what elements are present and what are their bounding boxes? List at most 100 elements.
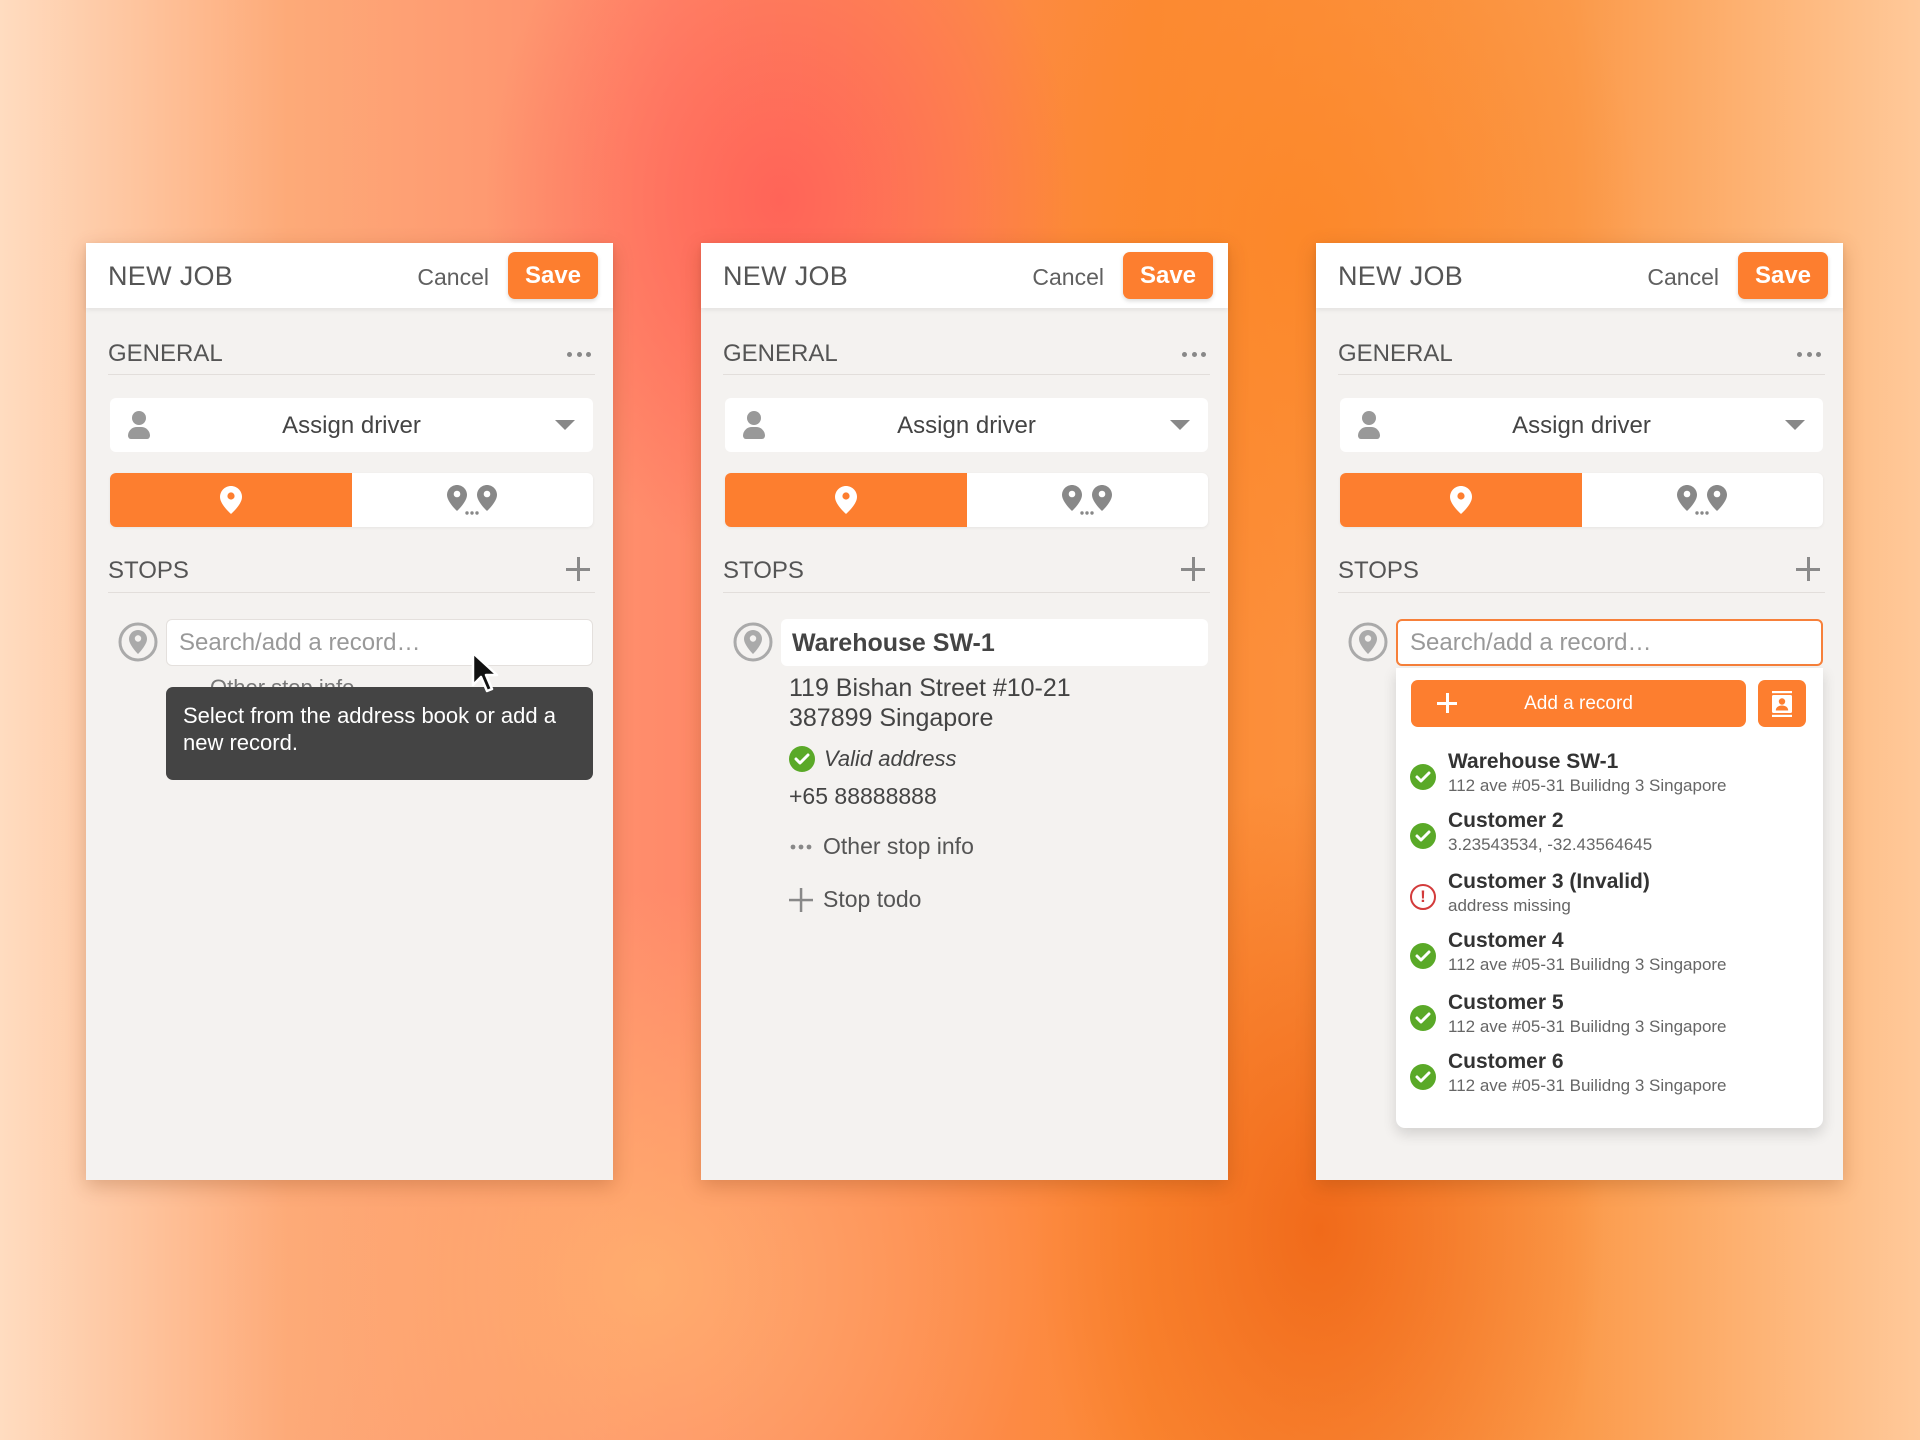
location-pin-icon: [733, 622, 773, 662]
cancel-button[interactable]: Cancel: [1032, 264, 1104, 291]
record-item[interactable]: Customer 5 112 ave #05-31 Builidng 3 Sing…: [1410, 991, 1810, 1043]
address-status-label: Valid address: [824, 746, 957, 771]
record-name: Customer 2: [1448, 809, 1564, 832]
record-item[interactable]: Customer 2 3.23543534, -32.43564645: [1410, 809, 1810, 861]
mouse-cursor-icon: [471, 651, 499, 693]
record-item[interactable]: Customer 4 112 ave #05-31 Builidng 3 Sing…: [1410, 929, 1810, 981]
stop-mode-toggle: [725, 473, 1208, 527]
stop-todo-label: Stop todo: [823, 886, 922, 912]
add-record-label: Add a record: [1524, 692, 1633, 714]
add-record-button[interactable]: Add a record: [1411, 680, 1746, 727]
assign-driver-label: Assign driver: [897, 412, 1036, 439]
location-pin-icon: [118, 622, 158, 662]
assign-driver-label: Assign driver: [282, 412, 421, 439]
multi-stop-tab[interactable]: [967, 473, 1209, 527]
stop-name-field[interactable]: Warehouse SW-1: [781, 619, 1208, 666]
address-book-button[interactable]: [1758, 680, 1806, 727]
check-circle-icon: [1410, 943, 1436, 969]
save-button[interactable]: Save: [1123, 252, 1213, 299]
multi-stop-icon: [1677, 485, 1728, 515]
new-job-panel-3: NEW JOB Cancel Save GENERAL Assign drive…: [1316, 243, 1843, 1180]
more-horizontal-icon[interactable]: [567, 352, 591, 358]
cancel-button[interactable]: Cancel: [1647, 264, 1719, 291]
record-name: Customer 5: [1448, 991, 1564, 1014]
general-section-title: GENERAL: [723, 340, 838, 367]
add-stop-icon[interactable]: [566, 557, 590, 581]
search-record-input[interactable]: [1396, 619, 1823, 666]
record-detail: 3.23543534, -32.43564645: [1448, 835, 1653, 854]
check-circle-icon: [1410, 1005, 1436, 1031]
check-circle-icon: [1410, 764, 1436, 790]
record-name: Warehouse SW-1: [1448, 750, 1619, 773]
tooltip: Select from the address book or add a ne…: [166, 687, 593, 780]
record-detail: address missing: [1448, 896, 1571, 915]
more-horizontal-icon[interactable]: [1797, 352, 1821, 358]
multi-stop-icon: [1062, 485, 1113, 515]
stop-mode-toggle: [110, 473, 593, 527]
single-stop-tab[interactable]: [725, 473, 967, 527]
new-job-panel-1: NEW JOB Cancel Save GENERAL Assign drive…: [86, 243, 613, 1180]
more-horizontal-icon[interactable]: [1182, 352, 1206, 358]
general-section-title: GENERAL: [1338, 340, 1453, 367]
save-button[interactable]: Save: [508, 252, 598, 299]
stops-section-title: STOPS: [108, 557, 189, 584]
search-record-input[interactable]: [166, 619, 593, 666]
record-item[interactable]: Customer 6 112 ave #05-31 Builidng 3 Sing…: [1410, 1050, 1810, 1102]
address-book-icon: [1772, 690, 1792, 717]
chevron-down-icon: [1170, 420, 1190, 430]
check-circle-icon: [789, 746, 815, 772]
assign-driver-select[interactable]: Assign driver: [110, 398, 593, 452]
other-stop-info-label: Other stop info: [823, 833, 974, 859]
divider: [723, 592, 1210, 593]
page-title: NEW JOB: [108, 261, 234, 291]
divider: [1338, 592, 1825, 593]
other-stop-info-button[interactable]: Other stop info: [789, 833, 974, 860]
multi-stop-tab[interactable]: [352, 473, 594, 527]
more-horizontal-icon: [789, 844, 813, 850]
single-stop-tab[interactable]: [1340, 473, 1582, 527]
assign-driver-select[interactable]: Assign driver: [1340, 398, 1823, 452]
location-pin-icon: [1348, 622, 1388, 662]
chevron-down-icon: [1785, 420, 1805, 430]
cancel-button[interactable]: Cancel: [417, 264, 489, 291]
save-button[interactable]: Save: [1738, 252, 1828, 299]
multi-stop-icon: [447, 485, 498, 515]
address-status: Valid address: [789, 746, 956, 772]
check-circle-icon: [1410, 823, 1436, 849]
add-stop-todo-button[interactable]: Stop todo: [789, 886, 921, 913]
add-stop-icon[interactable]: [1796, 557, 1820, 581]
multi-stop-tab[interactable]: [1582, 473, 1824, 527]
record-name: Customer 4: [1448, 929, 1564, 952]
panel-header: NEW JOB Cancel Save: [86, 243, 613, 308]
stops-section-title: STOPS: [723, 557, 804, 584]
single-stop-icon: [219, 486, 242, 514]
stop-phone: +65 88888888: [789, 783, 937, 809]
plus-icon: [1437, 693, 1457, 713]
record-detail: 112 ave #05-31 Builidng 3 Singapore: [1448, 955, 1727, 974]
divider: [108, 592, 595, 593]
divider: [1338, 374, 1825, 375]
add-stop-icon[interactable]: [1181, 557, 1205, 581]
record-item[interactable]: Warehouse SW-1 112 ave #05-31 Builidng 3 …: [1410, 750, 1810, 802]
record-detail: 112 ave #05-31 Builidng 3 Singapore: [1448, 776, 1727, 795]
divider: [723, 374, 1210, 375]
record-detail: 112 ave #05-31 Builidng 3 Singapore: [1448, 1076, 1727, 1095]
chevron-down-icon: [555, 420, 575, 430]
check-circle-icon: [1410, 1064, 1436, 1090]
assign-driver-select[interactable]: Assign driver: [725, 398, 1208, 452]
stop-mode-toggle: [1340, 473, 1823, 527]
record-name: Customer 3 (Invalid): [1448, 870, 1650, 893]
panel-header: NEW JOB Cancel Save: [701, 243, 1228, 308]
alert-circle-icon: !: [1410, 884, 1436, 910]
general-section-title: GENERAL: [108, 340, 223, 367]
stop-address-line1: 119 Bishan Street #10-21: [789, 674, 1071, 702]
stops-section-title: STOPS: [1338, 557, 1419, 584]
record-dropdown: Add a record Warehouse SW-1 112 ave #05-3…: [1396, 668, 1823, 1128]
divider: [108, 374, 595, 375]
single-stop-icon: [834, 486, 857, 514]
stop-address-line2: 387899 Singapore: [789, 704, 994, 732]
single-stop-tab[interactable]: [110, 473, 352, 527]
record-item[interactable]: ! Customer 3 (Invalid) address missing: [1410, 870, 1810, 922]
plus-icon: [789, 887, 813, 912]
record-name: Customer 6: [1448, 1050, 1564, 1073]
